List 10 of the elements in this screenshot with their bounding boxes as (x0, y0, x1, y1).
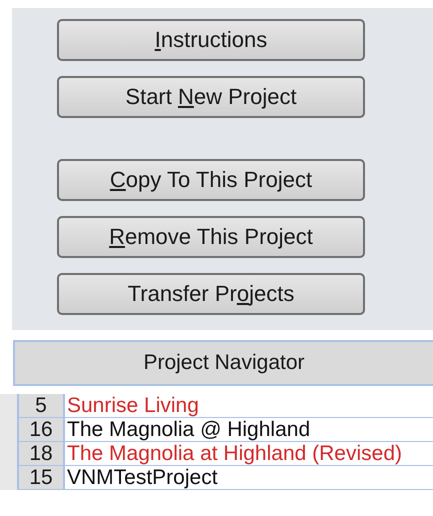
command-button[interactable]: Remove This Project (57, 216, 365, 258)
row-number-cell: 16 (19, 418, 65, 441)
navigator-title: Project Navigator (143, 350, 305, 376)
row-number-cell: 15 (19, 466, 65, 489)
row-number-cell: 5 (19, 394, 65, 417)
command-button[interactable]: Start New Project (57, 76, 365, 118)
command-button[interactable]: Transfer Projects (57, 273, 365, 315)
row-number-cell: 18 (19, 442, 65, 465)
command-button[interactable]: Instructions (57, 19, 365, 61)
command-button[interactable]: Copy To This Project (57, 159, 365, 201)
